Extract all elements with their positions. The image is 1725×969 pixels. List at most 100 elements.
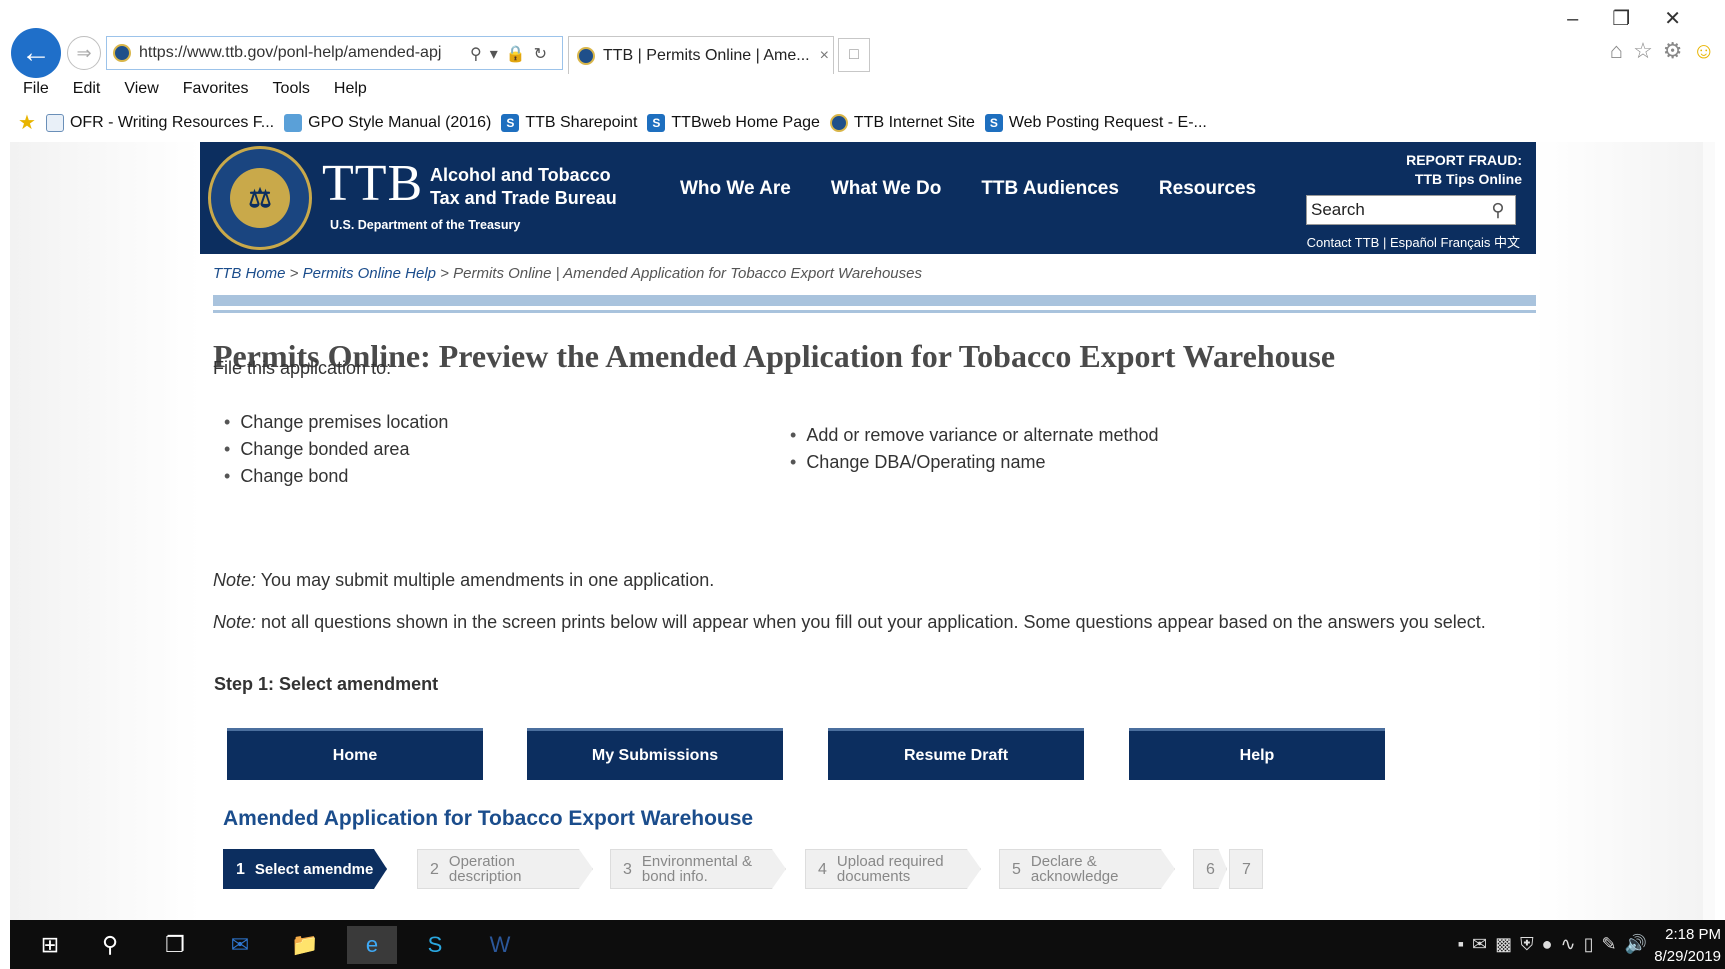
close-icon[interactable]: ✕	[1664, 8, 1715, 30]
outlook-tray-icon[interactable]: ▩	[1495, 934, 1520, 954]
favorite-gpo[interactable]: GPO Style Manual (2016)	[284, 113, 491, 132]
app-help-button[interactable]: Help	[1129, 728, 1385, 780]
application-heading: Amended Application for Tobacco Export W…	[223, 807, 754, 830]
menu-file[interactable]: File	[0, 76, 59, 102]
vertical-scrollbar[interactable]	[1703, 142, 1715, 920]
treasury-seal-logo[interactable]: ⚖	[208, 146, 312, 250]
usb-icon[interactable]: ▯	[1584, 934, 1602, 954]
favorites-star-add-icon[interactable]: ★	[18, 110, 36, 135]
menu-help[interactable]: Help	[320, 76, 377, 102]
note-label: Note:	[213, 612, 257, 632]
word-icon[interactable]: W	[480, 926, 520, 964]
nav-who-we-are[interactable]: Who We Are	[680, 178, 791, 200]
network-tray-icon[interactable]: ∿	[1560, 934, 1583, 954]
app-home-button[interactable]: Home	[227, 728, 483, 780]
app-my-submissions-button[interactable]: My Submissions	[527, 728, 783, 780]
page-gutter-right	[1535, 142, 1715, 920]
site-favicon	[113, 44, 131, 62]
nav-resources[interactable]: Resources	[1159, 178, 1256, 200]
smiley-feedback-icon[interactable]: ☺	[1693, 38, 1725, 63]
dropdown-icon[interactable]: ▾	[490, 46, 506, 63]
divider-line	[213, 310, 1536, 313]
search-icon[interactable]: ⚲	[470, 46, 490, 63]
header-utility-links[interactable]: Contact TTB | Español Français 中文	[1307, 232, 1520, 251]
nav-what-we-do[interactable]: What We Do	[831, 178, 941, 200]
volume-icon[interactable]: 🔊	[1625, 934, 1655, 954]
refresh-icon[interactable]: ↻	[534, 46, 555, 63]
step-number: 4	[818, 860, 827, 878]
wizard-step-2[interactable]: 2 Operation description	[417, 849, 593, 889]
menu-tools[interactable]: Tools	[259, 76, 320, 102]
search-input[interactable]	[1307, 197, 1483, 223]
file-explorer-icon[interactable]: 📁	[285, 926, 325, 964]
favorites-star-icon[interactable]: ☆	[1633, 38, 1663, 63]
wizard-step-7[interactable]: 7	[1229, 849, 1263, 889]
favorite-ttb-sharepoint[interactable]: S TTB Sharepoint	[501, 113, 637, 132]
internet-explorer-icon[interactable]: e	[347, 926, 397, 964]
fraud-line-2: TTB Tips Online	[1414, 171, 1522, 187]
system-clock[interactable]: 2:18 PM 8/29/2019	[1654, 924, 1721, 968]
forward-button[interactable]: ⇒	[67, 36, 101, 70]
windows-start-icon[interactable]: ⊞	[30, 926, 70, 964]
report-fraud-link[interactable]: REPORT FRAUD: TTB Tips Online	[1406, 151, 1522, 189]
security-shield-icon[interactable]: ⛨	[1520, 934, 1542, 954]
close-tab-icon[interactable]: ×	[820, 47, 829, 65]
menu-edit[interactable]: Edit	[59, 76, 111, 102]
favorites-bar: ★ OFR - Writing Resources F... GPO Style…	[18, 110, 1217, 135]
settings-gear-icon[interactable]: ⚙	[1663, 38, 1693, 63]
wizard-step-3[interactable]: 3 Environmental & bond info.	[610, 849, 786, 889]
seal-emblem-icon: ⚖	[230, 168, 290, 228]
sharepoint-icon: S	[647, 113, 666, 132]
app-resume-draft-button[interactable]: Resume Draft	[828, 728, 1084, 780]
back-button[interactable]: ←	[11, 28, 61, 78]
browser-chrome: ← ⇒ https://www.ttb.gov/ponl-help/amende…	[0, 0, 1725, 142]
wizard-step-6[interactable]: 6	[1193, 849, 1227, 889]
mail-icon[interactable]: ✉	[1472, 934, 1495, 954]
browser-toolbar-icons: ⌂☆⚙☺	[1610, 38, 1725, 64]
breadcrumb-ttb-home[interactable]: TTB Home	[213, 265, 286, 282]
menu-view[interactable]: View	[110, 76, 168, 102]
breadcrumb-permits-help[interactable]: Permits Online Help	[303, 265, 436, 282]
search-icon[interactable]: ⚲	[1483, 200, 1513, 221]
clock-time: 2:18 PM	[1665, 926, 1721, 943]
restore-icon[interactable]: ❐	[1612, 8, 1664, 30]
wizard-step-5[interactable]: 5 Declare & acknowledge	[999, 849, 1175, 889]
tray-app-icon[interactable]: ▪	[1458, 934, 1472, 954]
step-label: Select amendme	[254, 860, 374, 878]
ttb-logo-text[interactable]: TTB	[322, 154, 423, 213]
step-label: Declare & acknowledge	[1030, 853, 1119, 885]
step-number: 5	[1012, 860, 1021, 878]
task-view-icon[interactable]: ❐	[155, 926, 195, 964]
outlook-icon[interactable]: ✉	[220, 926, 260, 964]
favorite-ttbweb[interactable]: S TTBweb Home Page	[647, 113, 820, 132]
search-icon[interactable]: ⚲	[90, 926, 130, 964]
favorite-ofr[interactable]: OFR - Writing Resources F...	[45, 113, 274, 132]
divider-bar	[213, 295, 1536, 306]
note-label: Note:	[213, 570, 257, 590]
menu-favorites[interactable]: Favorites	[169, 76, 259, 102]
page-gutter-left	[10, 142, 200, 920]
skype-tray-icon[interactable]: ●	[1542, 934, 1561, 954]
lock-icon[interactable]: 🔒	[506, 46, 534, 63]
favorite-ttb-internet[interactable]: TTB Internet Site	[829, 113, 975, 132]
breadcrumb: TTB Home > Permits Online Help > Permits…	[213, 265, 922, 282]
agency-name: Alcohol and Tobacco Tax and Trade Bureau	[430, 164, 650, 210]
wizard-step-4[interactable]: 4 Upload required documents	[805, 849, 981, 889]
favorite-web-posting[interactable]: S Web Posting Request - E-...	[984, 113, 1207, 132]
step-number: 3	[623, 860, 632, 878]
skype-icon[interactable]: S	[415, 926, 455, 964]
address-bar-icons: ⚲▾🔒↻	[470, 44, 555, 64]
address-text: https://www.ttb.gov/ponl-help/amended-ap…	[139, 44, 442, 61]
nav-ttb-audiences[interactable]: TTB Audiences	[981, 178, 1119, 200]
browser-tab[interactable]: TTB | Permits Online | Ame... ×	[568, 36, 834, 74]
note-1-text: You may submit multiple amendments in on…	[256, 570, 715, 590]
minimize-icon[interactable]: –	[1567, 8, 1612, 30]
notes-icon[interactable]: ✎	[1601, 934, 1624, 954]
home-icon[interactable]: ⌂	[1610, 38, 1633, 63]
agency-line-2: Tax and Trade Bureau	[430, 188, 617, 208]
wizard-step-1[interactable]: 1 Select amendme	[223, 849, 387, 889]
step-label: Upload required documents	[836, 853, 944, 885]
new-tab-button[interactable]: □	[838, 38, 870, 72]
breadcrumb-separator: >	[436, 265, 454, 282]
window-controls: –❐✕	[1567, 6, 1715, 31]
